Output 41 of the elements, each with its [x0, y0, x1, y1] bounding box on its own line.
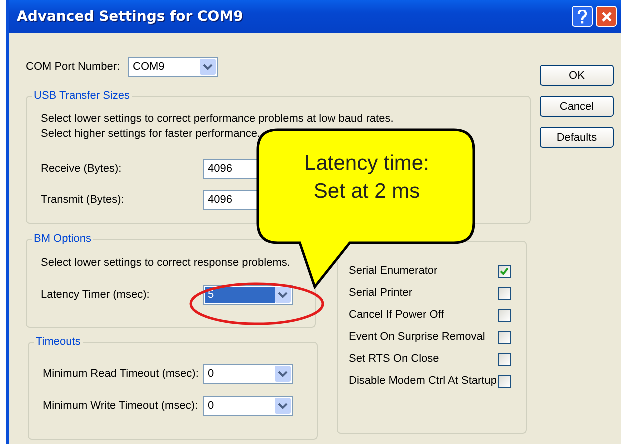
group-title: USB Transfer Sizes	[33, 90, 131, 102]
checkbox[interactable]	[498, 374, 511, 388]
chevron-down-icon	[275, 366, 291, 382]
timeout-dropdown[interactable]: 0	[203, 396, 293, 416]
checkbox[interactable]	[498, 286, 511, 300]
field-label: Latency Timer (msec):	[41, 289, 151, 301]
input-field[interactable]: 4096	[203, 159, 257, 179]
com-port-dropdown[interactable]: COM9	[128, 57, 218, 77]
help-icon[interactable]	[572, 6, 593, 27]
group-title: BM Options	[33, 233, 92, 245]
checkbox[interactable]	[498, 308, 511, 322]
dialog-button[interactable]: Cancel	[540, 96, 614, 117]
close-icon[interactable]	[596, 6, 617, 27]
input-field[interactable]: 4096	[203, 190, 257, 210]
dialog-button[interactable]: OK	[540, 65, 614, 86]
timeout-dropdown[interactable]: 0	[203, 364, 293, 384]
hint-text: Select lower settings to correct response problems.	[41, 257, 292, 269]
hint-text: Select higher settings for faster performance.	[41, 128, 262, 140]
checkbox[interactable]	[498, 352, 511, 366]
option-label: Set RTS On Close	[349, 353, 440, 365]
check-icon	[500, 266, 509, 276]
callout-text: Latency time: Set at 2 ms	[304, 151, 430, 205]
option-label: Disable Modem Ctrl At Startup	[349, 375, 497, 387]
option-label: Cancel If Power Off	[349, 309, 444, 321]
option-label: Event On Surprise Removal	[349, 331, 486, 343]
field-label: Minimum Read Timeout (msec):	[43, 368, 200, 380]
checkbox[interactable]	[498, 330, 511, 344]
field-label: COM Port Number:	[26, 61, 122, 73]
dialog-button[interactable]: Defaults	[540, 127, 614, 148]
option-label: Serial Printer	[349, 287, 413, 299]
option-label: Serial Enumerator	[349, 265, 438, 277]
checkbox[interactable]	[498, 264, 511, 278]
window-title: Advanced Settings for COM9	[17, 8, 244, 24]
group-title: Timeouts	[35, 336, 82, 348]
field-label: Transmit (Bytes):	[41, 194, 126, 206]
hint-text: Select lower settings to correct performance problems at low baud rates.	[41, 113, 395, 125]
chevron-down-icon	[275, 287, 291, 303]
field-label: Receive (Bytes):	[41, 163, 123, 175]
chevron-down-icon	[275, 398, 291, 414]
chevron-down-icon	[200, 59, 216, 75]
field-label: Minimum Write Timeout (msec):	[43, 400, 200, 412]
